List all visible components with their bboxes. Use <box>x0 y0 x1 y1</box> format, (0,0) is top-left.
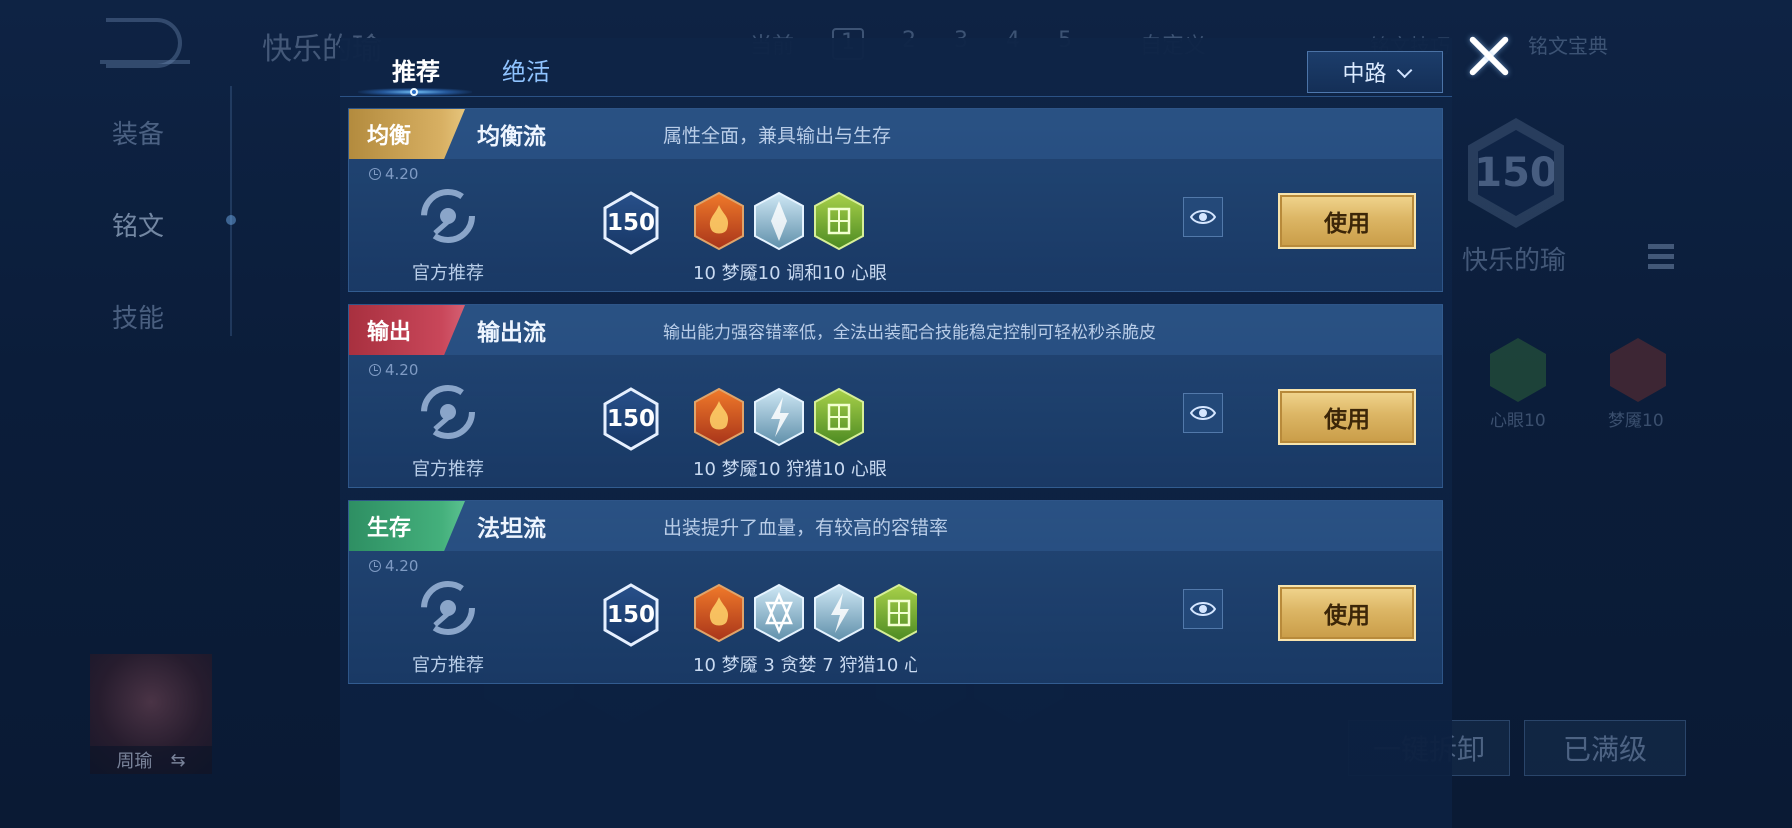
version-info: 4.20 <box>369 361 418 379</box>
green-emerald-gem-icon <box>814 191 864 251</box>
official-swirl-icon <box>421 189 475 243</box>
red-gem-icon <box>1610 338 1666 402</box>
eye-icon <box>1190 210 1216 224</box>
gem-summary: 10 梦魇10 狩猎10 心眼 <box>693 459 887 477</box>
official-swirl-icon <box>421 385 475 439</box>
official-swirl-icon <box>421 581 475 635</box>
inscription-level: 150 <box>606 406 655 432</box>
build-name: 输出流 <box>477 320 546 346</box>
sidebar-active-dot <box>226 215 236 225</box>
build-card-damage: 输出 输出流 输出能力强容错率低，全法出装配合技能稳定控制可轻松秒杀脆皮 4.2… <box>348 304 1443 488</box>
version-text: 4.20 <box>385 165 419 183</box>
menu-icon[interactable] <box>1648 244 1674 274</box>
gem-list: 10 梦魇10 调和10 心眼 <box>693 191 917 281</box>
back-arrow-icon[interactable] <box>100 18 190 68</box>
sidebar-item-inscription[interactable]: 铭文 <box>112 206 164 243</box>
hero-avatar-bar: 周瑜 ⇆ <box>90 746 212 774</box>
use-button[interactable]: 使用 <box>1278 193 1416 249</box>
clock-icon <box>369 560 381 572</box>
swap-icon[interactable]: ⇆ <box>170 750 185 771</box>
tab-recommended[interactable]: 推荐 <box>392 52 440 87</box>
build-description: 属性全面，兼具输出与生存 <box>663 124 892 147</box>
red-flame-gem-icon <box>694 583 744 643</box>
green-emerald-gem-icon <box>814 387 864 447</box>
clock-icon <box>369 364 381 376</box>
build-card-balanced: 均衡 均衡流 属性全面，兼具输出与生存 4.20 官方推荐 150 10 梦魇1… <box>348 108 1443 292</box>
close-icon[interactable] <box>1462 30 1514 82</box>
build-description: 输出能力强容错率低，全法出装配合技能稳定控制可轻松秒杀脆皮 <box>663 322 1156 343</box>
gem-summary: 10 梦魇 3 贪婪 7 狩猎10 心眼 <box>693 655 917 673</box>
official-recommend-label: 官方推荐 <box>412 655 484 676</box>
lane-dropdown[interactable]: 中路 <box>1307 51 1443 93</box>
official-recommend-label: 官方推荐 <box>412 263 484 284</box>
build-name: 法坦流 <box>477 516 546 542</box>
gem-list: 10 梦魇10 狩猎10 心眼 <box>693 387 917 477</box>
preview-button[interactable] <box>1183 197 1223 237</box>
build-name: 均衡流 <box>477 124 546 150</box>
red-flame-gem-icon <box>694 387 744 447</box>
inscription-guide-link[interactable]: 铭文宝典 <box>1528 30 1608 59</box>
max-level-button[interactable]: 已满级 <box>1524 720 1686 776</box>
sidebar-divider <box>230 86 232 336</box>
hero-avatar-name: 周瑜 <box>116 751 153 772</box>
gem-summary: 10 梦魇10 调和10 心眼 <box>693 263 887 281</box>
version-info: 4.20 <box>369 557 418 575</box>
tab-specialty[interactable]: 绝活 <box>502 52 550 87</box>
build-description: 出装提升了血量，有较高的容错率 <box>663 516 949 539</box>
version-text: 4.20 <box>385 361 419 379</box>
use-button[interactable]: 使用 <box>1278 585 1416 641</box>
clock-icon <box>369 168 381 180</box>
blue-crystal-gem-icon <box>754 191 804 251</box>
red-flame-gem-icon <box>694 191 744 251</box>
preview-button[interactable] <box>1183 393 1223 433</box>
inscription-level: 150 <box>606 210 655 236</box>
preview-button[interactable] <box>1183 589 1223 629</box>
blue-star-gem-icon <box>754 583 804 643</box>
build-card-tank-mage: 生存 法坦流 出装提升了血量，有较高的容错率 4.20 官方推荐 150 10 … <box>348 500 1443 684</box>
version-info: 4.20 <box>369 165 418 183</box>
active-tab-indicator <box>358 88 472 96</box>
gem-list: 10 梦魇 3 贪婪 7 狩猎10 心眼 <box>693 583 917 673</box>
lane-dropdown-value: 中路 <box>1342 62 1387 87</box>
chevron-down-icon <box>1396 62 1412 78</box>
inscription-level: 150 <box>606 602 655 628</box>
version-text: 4.20 <box>385 557 419 575</box>
sidebar-item-skills[interactable]: 技能 <box>112 298 164 335</box>
sidebar-item-equipment[interactable]: 装备 <box>112 114 164 151</box>
bg-gem-label-2: 梦魇10 <box>1608 411 1664 431</box>
blue-lightning-gem-icon <box>814 583 864 643</box>
bg-hero-name: 快乐的瑜 <box>1462 246 1567 276</box>
bg-gem-label-1: 心眼10 <box>1490 411 1546 431</box>
eye-icon <box>1190 602 1216 616</box>
use-button[interactable]: 使用 <box>1278 389 1416 445</box>
green-gem-icon <box>1490 338 1546 402</box>
blue-lightning-gem-icon <box>754 387 804 447</box>
green-emerald-gem-icon <box>874 583 917 643</box>
modal-tab-bar: 推荐 绝活 <box>340 44 1452 97</box>
eye-icon <box>1190 406 1216 420</box>
official-recommend-label: 官方推荐 <box>412 459 484 480</box>
